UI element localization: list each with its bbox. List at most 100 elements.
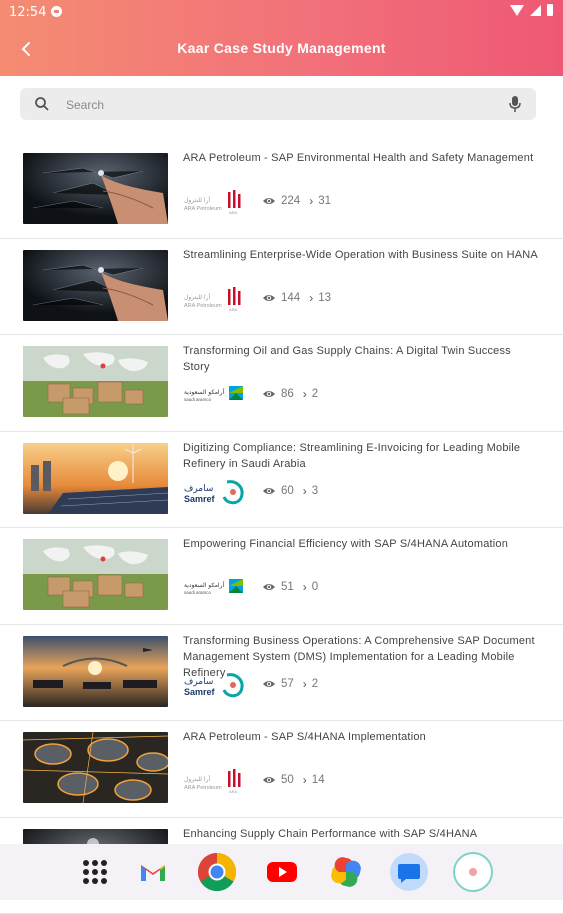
view-count: 86: [281, 388, 294, 400]
case-study-thumbnail: [23, 153, 168, 224]
case-study-meta: أرامكو السعوديةsaudi aramco 51 › 0: [183, 574, 483, 602]
company-logo: أرامكو السعوديةsaudi aramco: [183, 381, 247, 409]
case-study-title: Enhancing Supply Chain Performance with …: [183, 826, 538, 842]
svg-text:saudi aramco: saudi aramco: [184, 397, 212, 402]
case-study-item[interactable]: Digitizing Compliance: Streamlining E-In…: [0, 432, 563, 529]
search-bar[interactable]: [20, 88, 536, 120]
case-study-item[interactable]: ARA Petroleum - SAP S/4HANA Implementati…: [0, 721, 563, 818]
view-stats: 57 › 2: [262, 677, 318, 691]
svg-text:ARA Petroleum: ARA Petroleum: [184, 303, 222, 309]
share-count: 31: [318, 195, 331, 207]
share-count: 2: [312, 388, 318, 400]
svg-text:saudi aramco: saudi aramco: [184, 590, 212, 595]
svg-text:ARA: ARA: [229, 210, 238, 215]
company-logo: أرا للبترول ARA Petroleum ARA: [183, 188, 247, 216]
case-study-thumbnail: [23, 636, 168, 707]
case-study-thumbnail: [23, 250, 168, 321]
eye-icon: [262, 775, 276, 785]
view-stats: 50 › 14: [262, 773, 325, 787]
svg-text:أرا للبترول: أرا للبترول: [184, 293, 210, 301]
svg-text:ARA Petroleum: ARA Petroleum: [184, 206, 222, 212]
case-study-title: Transforming Oil and Gas Supply Chains: …: [183, 343, 538, 375]
photos-icon[interactable]: [328, 854, 364, 890]
case-study-meta: سامرفSamref 60 › 3: [183, 478, 483, 506]
notification-icon: [51, 6, 62, 17]
case-study-title: Empowering Financial Efficiency with SAP…: [183, 536, 538, 552]
view-count: 60: [281, 485, 294, 497]
signal-icon: [530, 5, 541, 16]
case-study-meta: أرا للبترولARA PetroleumARA50›14: [183, 767, 483, 795]
view-count: 57: [281, 678, 294, 690]
svg-text:ARA: ARA: [229, 789, 238, 794]
chevron-right-icon: ›: [303, 484, 307, 498]
svg-text:أرامكو السعودية: أرامكو السعودية: [184, 581, 224, 589]
apps-grid-icon[interactable]: [77, 854, 113, 890]
svg-text:سامرف: سامرف: [184, 484, 213, 494]
view-count: 50: [281, 774, 294, 786]
app-dock: [0, 844, 563, 900]
case-study-meta: أرا للبترول ARA Petroleum ARA 144 › 13: [183, 285, 483, 313]
wifi-icon: [510, 5, 524, 16]
case-study-title: Streamlining Enterprise-Wide Operation w…: [183, 247, 538, 263]
case-study-meta: سامرفSamref57›2: [183, 671, 483, 699]
case-study-thumbnail: [23, 732, 168, 803]
search-input[interactable]: [64, 92, 488, 118]
view-stats: 60 › 3: [262, 484, 318, 498]
company-logo: أرا للبترولARA PetroleumARA: [183, 767, 247, 795]
view-stats: 144 › 13: [262, 291, 331, 305]
case-study-item[interactable]: ARA Petroleum - SAP Environmental Health…: [0, 142, 563, 239]
page-title: Kaar Case Study Management: [0, 40, 563, 56]
eye-icon: [262, 293, 276, 303]
status-bar: 12:54: [0, 0, 563, 24]
case-study-meta: أرا للبترول ARA Petroleum ARA 224 › 31: [183, 188, 483, 216]
chevron-right-icon: ›: [309, 291, 313, 305]
case-study-item[interactable]: Empowering Financial Efficiency with SAP…: [0, 528, 563, 625]
eye-icon: [262, 582, 276, 592]
view-count: 51: [281, 581, 294, 593]
microphone-icon[interactable]: [508, 95, 522, 113]
eye-icon: [262, 679, 276, 689]
svg-text:ARA: ARA: [229, 307, 238, 312]
case-study-title: ARA Petroleum - SAP S/4HANA Implementati…: [183, 729, 538, 745]
case-study-item[interactable]: Transforming Oil and Gas Supply Chains: …: [0, 335, 563, 432]
svg-text:Samref: Samref: [184, 494, 216, 504]
chrome-icon[interactable]: [197, 852, 237, 892]
case-study-title: ARA Petroleum - SAP Environmental Health…: [183, 150, 538, 166]
svg-text:سامرف: سامرف: [184, 677, 213, 687]
view-stats: 86 › 2: [262, 387, 318, 401]
view-count: 224: [281, 195, 300, 207]
company-logo: أرا للبترول ARA Petroleum ARA: [183, 285, 247, 313]
svg-text:أرا للبترول: أرا للبترول: [184, 196, 210, 204]
case-study-thumbnail: [23, 346, 168, 417]
case-study-thumbnail: [23, 539, 168, 610]
chevron-right-icon: ›: [303, 773, 307, 787]
share-count: 3: [312, 485, 318, 497]
chevron-right-icon: ›: [303, 580, 307, 594]
view-stats: 51 › 0: [262, 580, 318, 594]
svg-text:أرامكو السعودية: أرامكو السعودية: [184, 388, 224, 396]
messages-icon[interactable]: [389, 852, 429, 892]
case-study-item[interactable]: Streamlining Enterprise-Wide Operation w…: [0, 239, 563, 336]
case-study-meta: أرامكو السعوديةsaudi aramco 86 › 2: [183, 381, 483, 409]
case-study-thumbnail: [23, 443, 168, 514]
app-icon[interactable]: [453, 852, 493, 892]
eye-icon: [262, 389, 276, 399]
chevron-right-icon: ›: [303, 387, 307, 401]
share-count: 2: [312, 678, 318, 690]
gmail-icon[interactable]: [135, 854, 171, 890]
battery-icon: [547, 4, 553, 16]
youtube-icon[interactable]: [264, 854, 300, 890]
eye-icon: [262, 486, 276, 496]
case-study-item[interactable]: Transforming Business Operations: A Comp…: [0, 625, 563, 722]
status-time: 12:54: [9, 5, 46, 20]
share-count: 0: [312, 581, 318, 593]
share-count: 14: [312, 774, 325, 786]
search-icon: [34, 96, 50, 112]
chevron-right-icon: ›: [309, 194, 313, 208]
chevron-right-icon: ›: [303, 677, 307, 691]
svg-text:ARA Petroleum: ARA Petroleum: [184, 785, 222, 791]
case-study-title: Digitizing Compliance: Streamlining E-In…: [183, 440, 538, 472]
share-count: 13: [318, 292, 331, 304]
company-logo: سامرفSamref: [183, 478, 247, 506]
view-count: 144: [281, 292, 300, 304]
